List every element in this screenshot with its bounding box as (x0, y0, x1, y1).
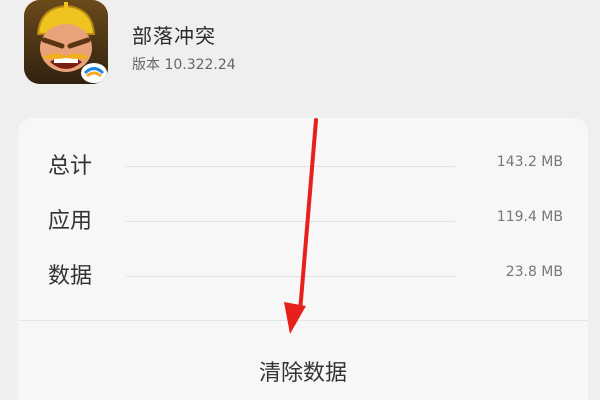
app-name: 部落冲突 (132, 24, 216, 48)
clear-data-button[interactable]: 清除数据 (18, 321, 588, 400)
row-label: 应用 (48, 209, 93, 234)
row-value: 143.2 MB (496, 154, 563, 170)
app-version: 版本 10.322.24 (132, 57, 236, 73)
row-value: 23.8 MB (505, 264, 563, 280)
storage-row-app: 应用 119.4 MB (48, 199, 563, 239)
storage-row-total: 总计 143.2 MB (48, 144, 563, 184)
storage-row-data: 数据 23.8 MB (48, 254, 563, 294)
row-divider (126, 276, 455, 277)
app-icon (24, 0, 108, 84)
app-storage-screen: 部落冲突 版本 10.322.24 总计 143.2 MB 应用 119.4 M… (0, 0, 600, 400)
row-label: 数据 (48, 264, 93, 289)
app-header: 部落冲突 版本 10.322.24 (24, 0, 584, 92)
tencent-badge-icon (81, 63, 107, 83)
storage-card: 总计 143.2 MB 应用 119.4 MB 数据 23.8 MB 清除数据 (18, 118, 588, 400)
row-value: 119.4 MB (496, 209, 563, 225)
row-divider (126, 221, 455, 222)
clear-data-label: 清除数据 (258, 361, 347, 386)
row-divider (126, 166, 455, 167)
row-label: 总计 (48, 154, 93, 179)
